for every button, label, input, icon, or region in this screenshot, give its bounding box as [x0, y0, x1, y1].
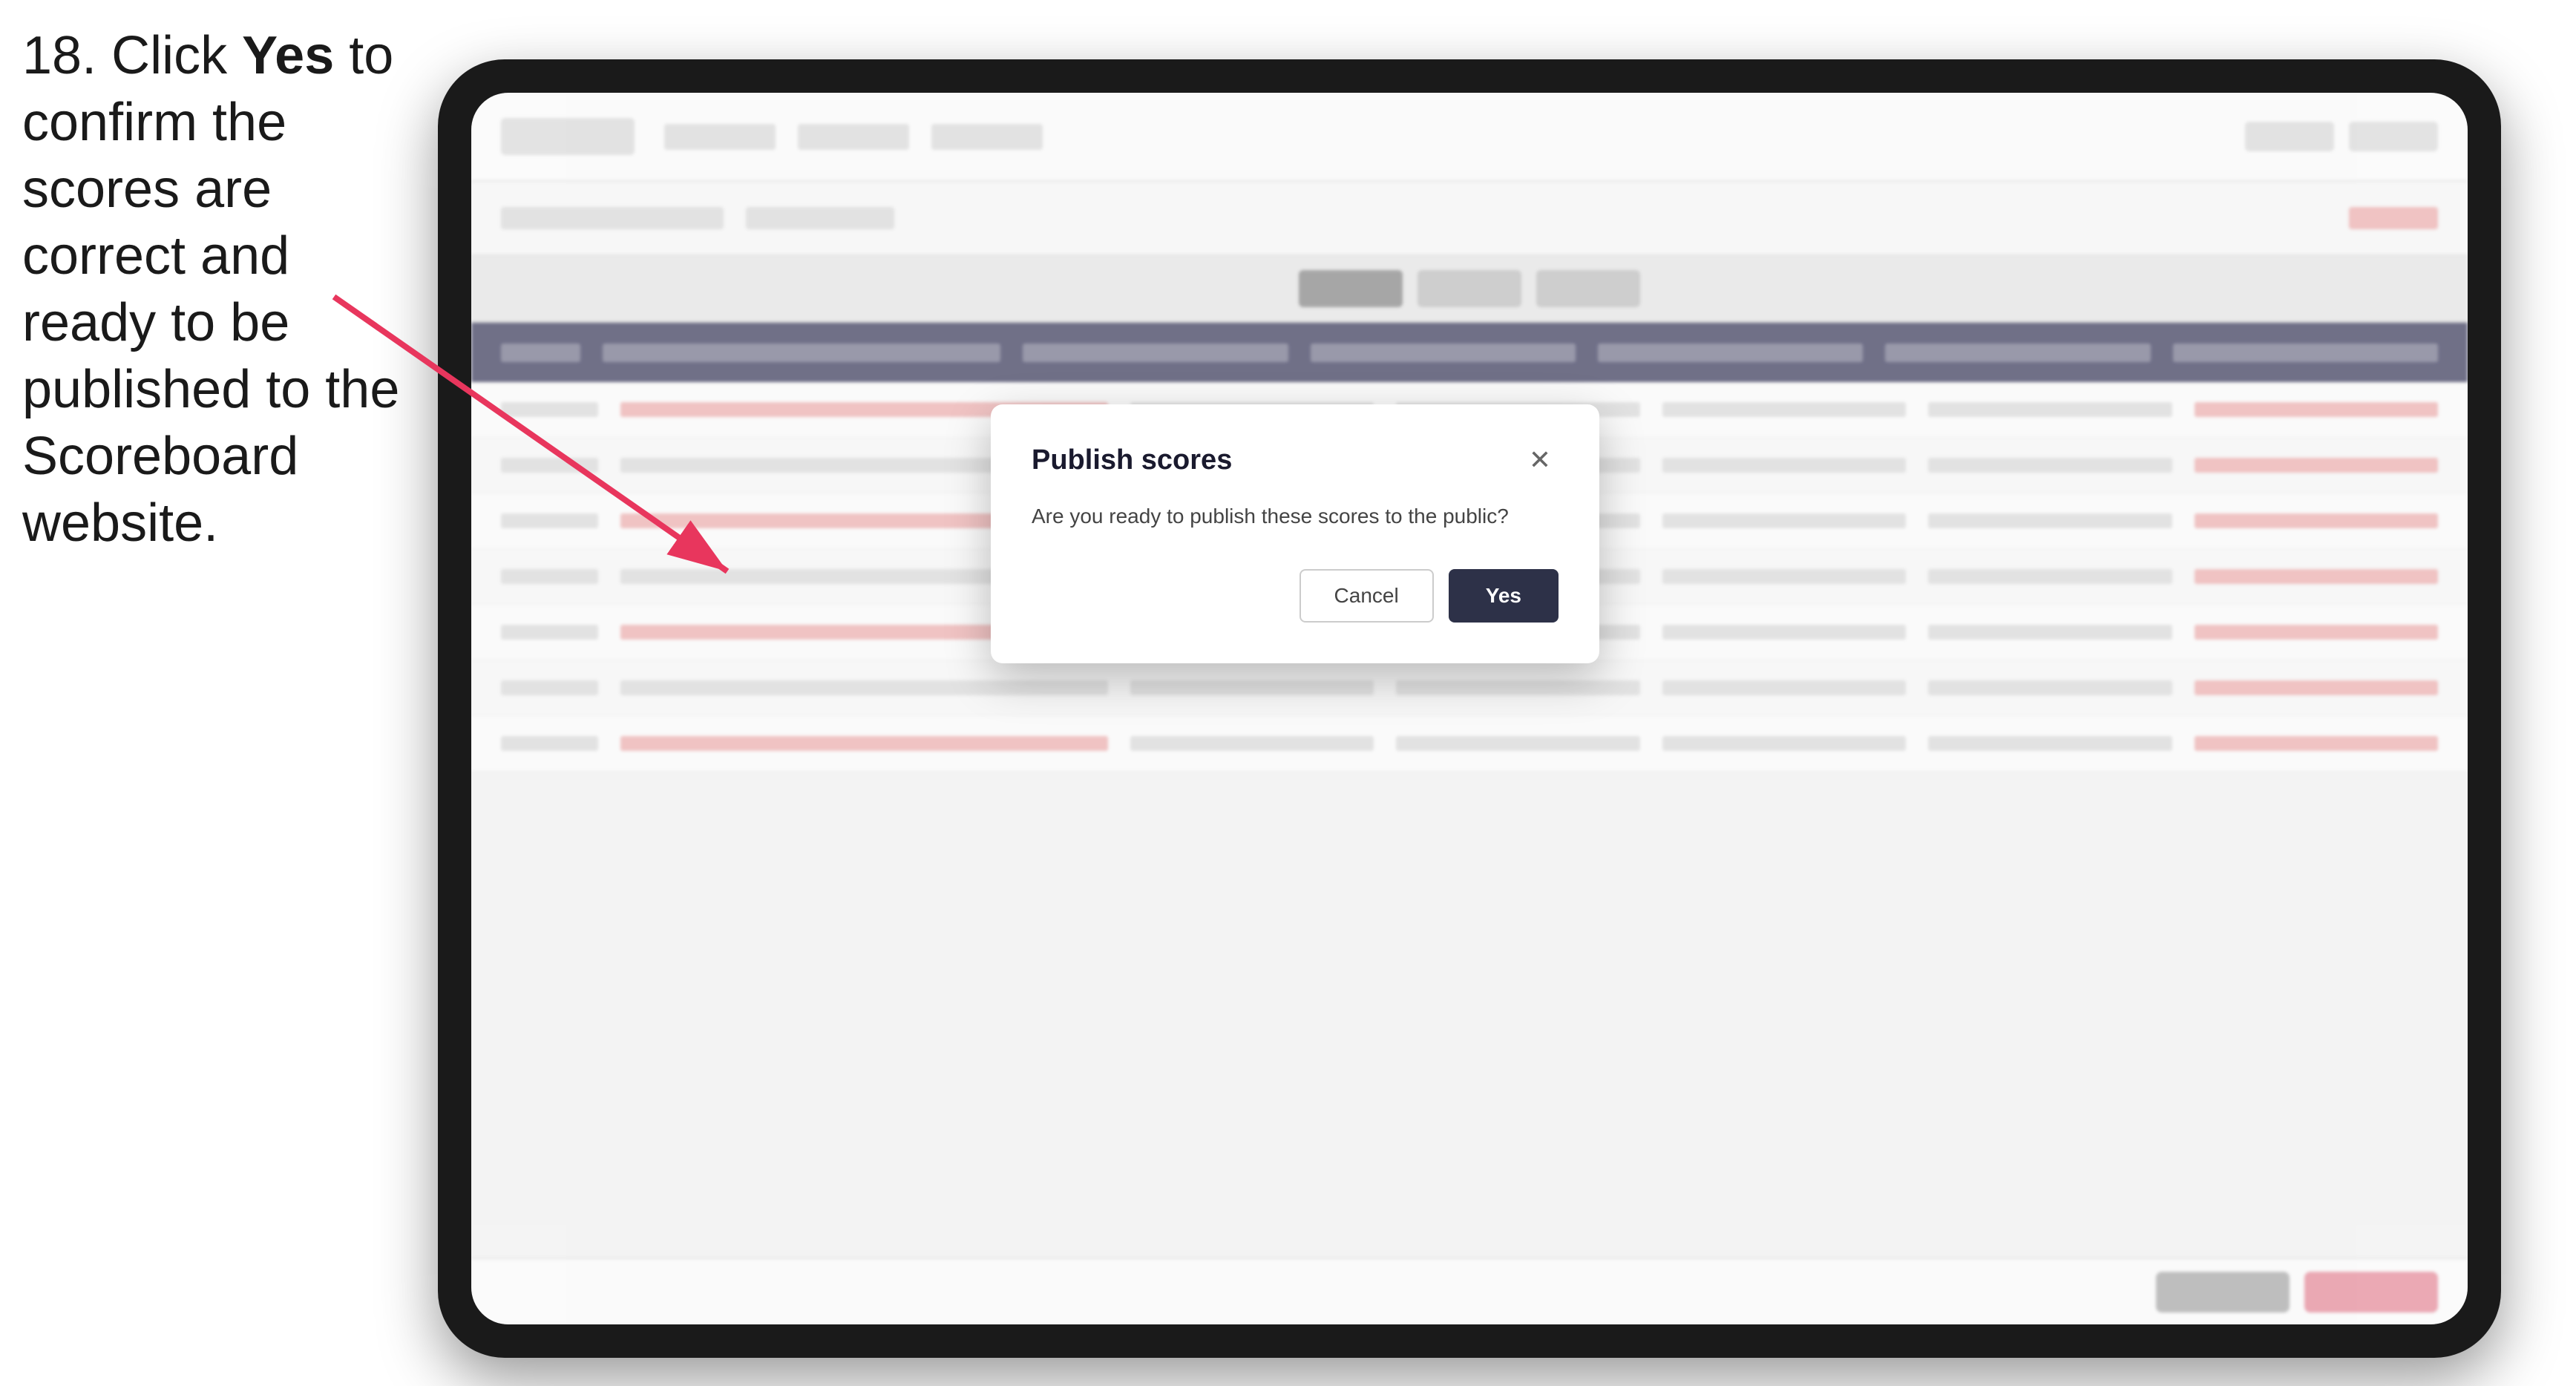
instruction-text-rest: to confirm the scores are correct and re… — [22, 26, 399, 553]
dialog-body-text: Are you ready to publish these scores to… — [1032, 501, 1559, 532]
yes-button[interactable]: Yes — [1449, 569, 1559, 623]
publish-scores-dialog: Publish scores ✕ Are you ready to publis… — [991, 404, 1599, 663]
dialog-close-button[interactable]: ✕ — [1521, 441, 1559, 479]
tablet-screen: Publish scores ✕ Are you ready to publis… — [471, 93, 2468, 1324]
step-number: 18. — [22, 26, 96, 85]
dialog-actions: Cancel Yes — [1032, 569, 1559, 623]
dialog-header: Publish scores ✕ — [1032, 441, 1559, 479]
instruction-text-plain: Click — [96, 26, 242, 85]
tablet-device: Publish scores ✕ Are you ready to publis… — [438, 59, 2501, 1358]
cancel-button[interactable]: Cancel — [1300, 569, 1434, 623]
app-background — [471, 93, 2468, 1324]
instruction-block: 18. Click Yes to confirm the scores are … — [22, 22, 416, 556]
dialog-title: Publish scores — [1032, 444, 1232, 476]
instruction-bold-yes: Yes — [242, 26, 334, 85]
